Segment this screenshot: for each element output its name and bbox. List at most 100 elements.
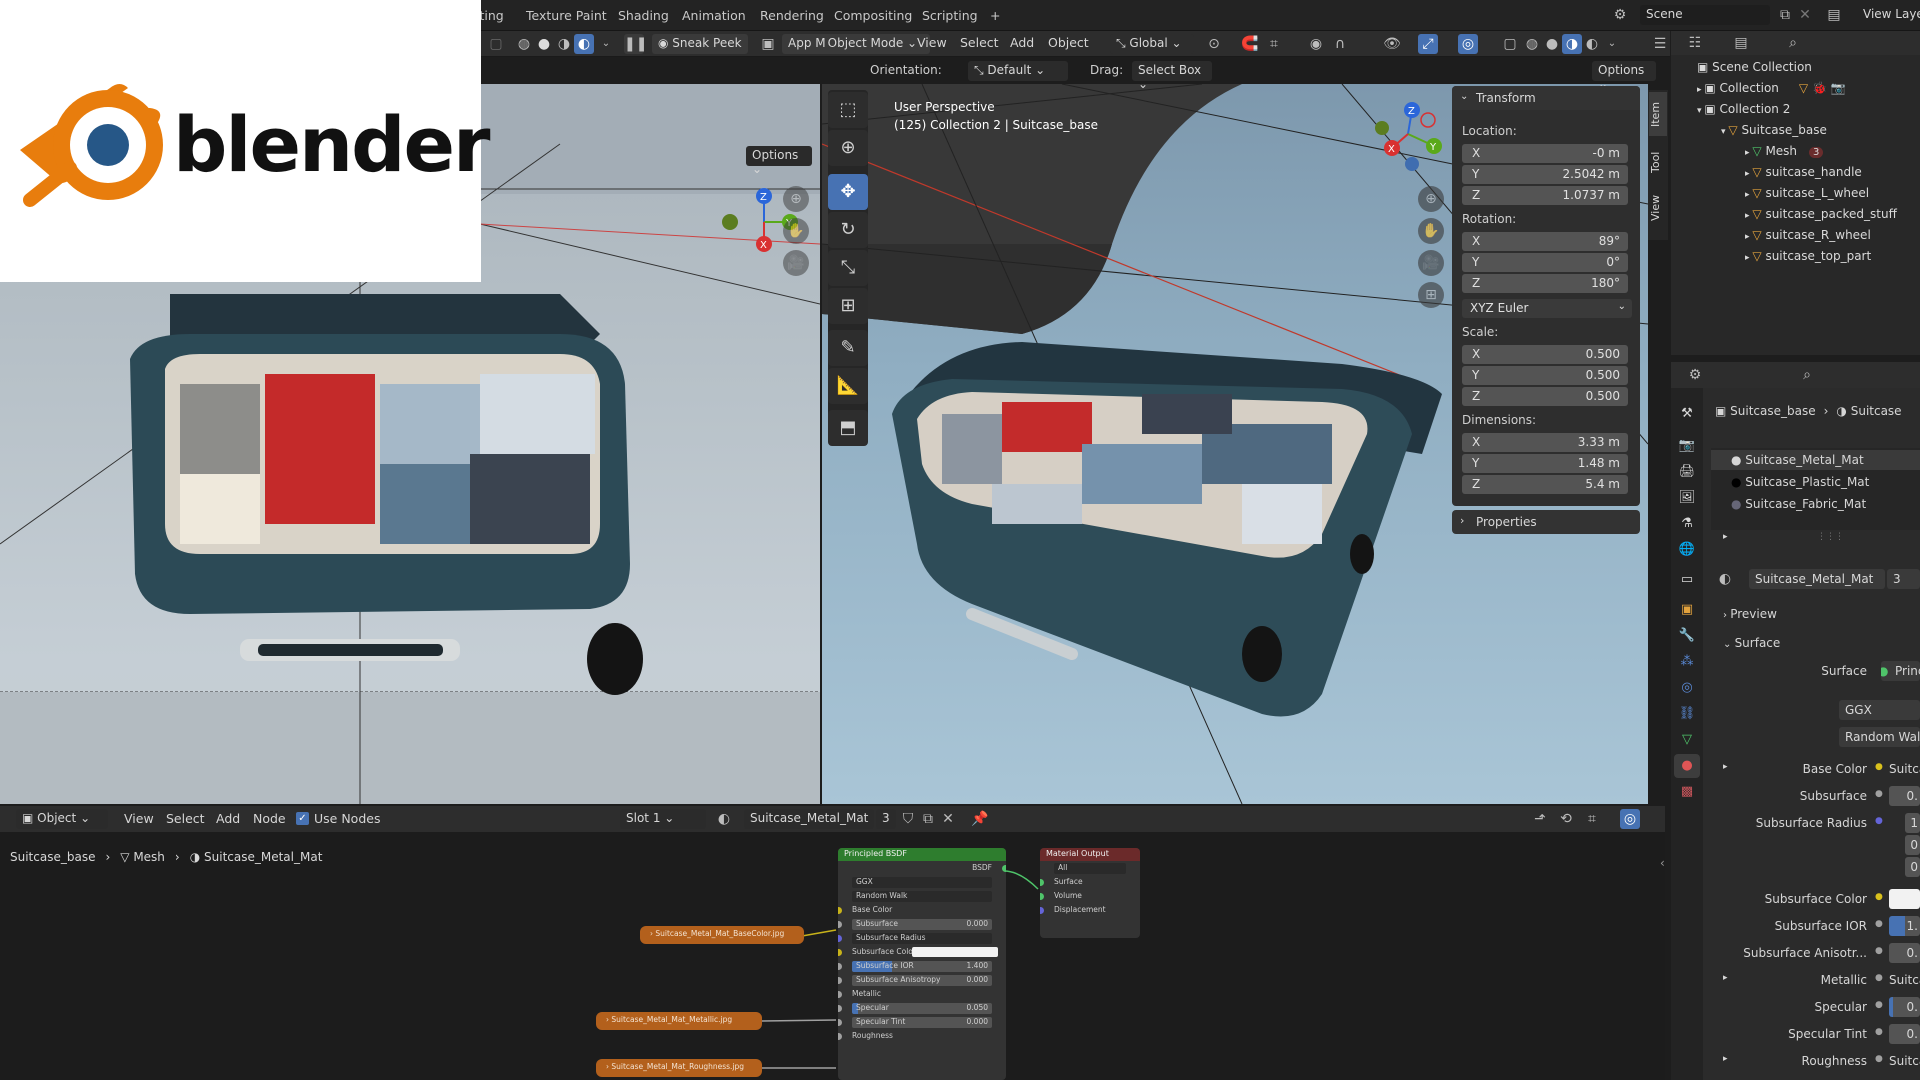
subsurface-color-swatch[interactable]: [1889, 889, 1920, 909]
object-tab-icon[interactable]: ▣: [1674, 598, 1700, 622]
material-output-node[interactable]: Material Output All Surface Volume Displ…: [1040, 848, 1140, 938]
distribution-dropdown[interactable]: GGX: [1839, 700, 1920, 720]
pan-icon[interactable]: ✋: [783, 218, 809, 244]
proportional-edit-icon[interactable]: ◉: [1306, 34, 1326, 54]
scene-icon[interactable]: ⚙: [1610, 5, 1630, 25]
sneak-peek-button[interactable]: ◉ Sneak Peek: [652, 34, 748, 54]
chevron-right-icon[interactable]: ▸: [1723, 762, 1728, 772]
display-mode-icon[interactable]: ▤: [1731, 33, 1751, 53]
dimensions-x-field[interactable]: X 3.33 m: [1462, 433, 1628, 452]
scale-x-field[interactable]: X 0.500: [1462, 345, 1628, 364]
socket-displacement[interactable]: Displacement: [1040, 903, 1140, 917]
solid-shading-icon[interactable]: ●: [1542, 34, 1562, 54]
tab-shading[interactable]: Shading: [612, 6, 675, 26]
pause-icon[interactable]: ❚❚: [624, 34, 647, 54]
scale-tool[interactable]: ⤡: [828, 250, 868, 286]
tab-view[interactable]: View: [1649, 188, 1667, 228]
drag-dropdown[interactable]: Select Box ⌄: [1132, 61, 1212, 91]
tool-tab-icon[interactable]: ⚒: [1674, 402, 1700, 426]
socket-metallic[interactable]: Metallic: [838, 987, 1006, 1001]
view-layer-tab-icon[interactable]: 🖼: [1674, 486, 1700, 510]
wireframe-shading-icon[interactable]: ◍: [1522, 34, 1542, 54]
subsurface-radius-field-1[interactable]: 1: [1905, 813, 1920, 833]
navigation-gizmo[interactable]: Z Y X: [1346, 98, 1446, 178]
rendered-shading-icon[interactable]: ◐: [574, 34, 594, 54]
pivot-icon[interactable]: ⊙: [1204, 34, 1224, 54]
material-users-count[interactable]: 3: [1887, 569, 1920, 589]
outliner-item-suitcase-top-part[interactable]: ▸ ▽ suitcase_top_part: [1745, 249, 1871, 270]
subsurface-ior-field[interactable]: 1.: [1889, 916, 1920, 936]
subsurface-method-dropdown[interactable]: Random Walk: [838, 889, 1006, 903]
subsurface-field[interactable]: 0.: [1889, 786, 1920, 806]
surface-panel-header[interactable]: ⌄ Surface: [1723, 636, 1780, 650]
transform-tool[interactable]: ⊞: [828, 288, 868, 324]
rotation-mode-dropdown[interactable]: XYZ Euler ⌄: [1462, 299, 1632, 318]
search-icon[interactable]: ⌕: [1797, 365, 1817, 385]
editor-type-icon[interactable]: ☰: [1650, 34, 1670, 54]
modifier-tab-icon[interactable]: 🔧: [1674, 624, 1700, 648]
material-slot-item[interactable]: ● Suitcase_Fabric_Mat: [1711, 494, 1920, 514]
select-box-tool[interactable]: ⬚: [828, 92, 868, 128]
outliner-item-suitcase-packed-stuff[interactable]: ▸ ▽ suitcase_packed_stuff: [1745, 207, 1897, 228]
texture-node-roughness[interactable]: › Suitcase_Metal_Mat_Roughness.jpg: [596, 1059, 762, 1077]
tab-animation[interactable]: Animation: [676, 6, 752, 26]
annotate-tool[interactable]: ✎: [828, 330, 868, 366]
location-x-field[interactable]: X -0 m: [1462, 144, 1628, 163]
falloff-icon[interactable]: ∩: [1330, 34, 1350, 54]
tab-compositing[interactable]: Compositing: [828, 6, 918, 26]
add-workspace-button[interactable]: +: [984, 6, 1006, 26]
snap-icon[interactable]: 🧲: [1240, 34, 1260, 54]
specular-field[interactable]: 0.: [1889, 997, 1920, 1017]
rotation-z-field[interactable]: Z 180°: [1462, 274, 1628, 293]
view-layer-label[interactable]: View Laye: [1863, 7, 1920, 21]
menu-add[interactable]: Add: [1010, 35, 1034, 50]
socket-roughness[interactable]: Roughness: [838, 1029, 1006, 1043]
visibility-icon[interactable]: 👁: [1382, 34, 1402, 54]
rotate-tool[interactable]: ↻: [828, 212, 868, 248]
dimensions-z-field[interactable]: Z 5.4 m: [1462, 475, 1628, 494]
particles-tab-icon[interactable]: ⁂: [1674, 650, 1700, 674]
data-tab-icon[interactable]: ▽: [1674, 728, 1700, 752]
principled-bsdf-node[interactable]: Principled BSDF BSDF GGX Random Walk Bas…: [838, 848, 1006, 1080]
tab-tool[interactable]: Tool: [1649, 142, 1667, 182]
subsurface-radius-field-3[interactable]: 0: [1905, 857, 1920, 877]
subsurface-radius-field-2[interactable]: 0: [1905, 835, 1920, 855]
zoom-icon[interactable]: ⊕: [1418, 186, 1444, 212]
color-swatch[interactable]: [912, 947, 998, 957]
properties-panel-header[interactable]: › Properties: [1452, 510, 1640, 534]
editor-type-icon[interactable]: ☷: [1685, 33, 1705, 53]
menu-object[interactable]: Object: [1048, 35, 1089, 50]
socket-base-color[interactable]: Base Color: [838, 903, 1006, 917]
tab-texture-paint[interactable]: Texture Paint: [520, 6, 613, 26]
wireframe-shading-icon[interactable]: ◍: [514, 34, 534, 54]
texture-node-metallic[interactable]: › Suitcase_Metal_Mat_Metallic.jpg: [596, 1012, 762, 1030]
socket-subsurface-ior[interactable]: Subsurface IOR 1.400: [838, 959, 1006, 973]
socket-subsurface[interactable]: Subsurface 0.000: [838, 917, 1006, 931]
chevron-down-icon[interactable]: ⌄: [1602, 34, 1622, 54]
constraints-tab-icon[interactable]: ⛓: [1674, 702, 1700, 726]
subsurface-anisotropy-field[interactable]: 0.: [1889, 943, 1920, 963]
socket-surface[interactable]: Surface: [1040, 875, 1140, 889]
add-cube-tool[interactable]: ⬒: [828, 410, 868, 446]
physics-tab-icon[interactable]: ◎: [1674, 676, 1700, 700]
socket-subsurface-color[interactable]: Subsurface Color: [838, 945, 1006, 959]
rendered-shading-icon[interactable]: ◐: [1582, 34, 1602, 54]
scale-z-field[interactable]: Z 0.500: [1462, 387, 1628, 406]
socket-volume[interactable]: Volume: [1040, 889, 1140, 903]
material-browse-icon[interactable]: ◐: [1715, 569, 1735, 589]
object-mode-dropdown[interactable]: App M Object Mode ⌄: [782, 34, 930, 54]
zoom-icon[interactable]: ⊕: [783, 186, 809, 212]
dimensions-y-field[interactable]: Y 1.48 m: [1462, 454, 1628, 473]
material-tab-icon[interactable]: ●: [1674, 754, 1700, 778]
options-dropdown[interactable]: Options ⌄: [1592, 61, 1656, 91]
output-target-dropdown[interactable]: All: [1040, 861, 1140, 875]
camera-icon[interactable]: 🎥: [783, 250, 809, 276]
camera-icon[interactable]: 🎥: [1418, 250, 1444, 276]
cursor-tool[interactable]: ⊕: [828, 130, 868, 166]
material-slot-item[interactable]: ● Suitcase_Metal_Mat: [1711, 450, 1920, 470]
xray-icon[interactable]: ▢: [486, 34, 506, 54]
search-icon[interactable]: ⌕: [1783, 33, 1803, 53]
location-y-field[interactable]: Y 2.5042 m: [1462, 165, 1628, 184]
texture-tab-icon[interactable]: ▩: [1674, 780, 1700, 804]
outliner-item-mesh[interactable]: ▸ ▽ Mesh 3: [1745, 144, 1824, 165]
